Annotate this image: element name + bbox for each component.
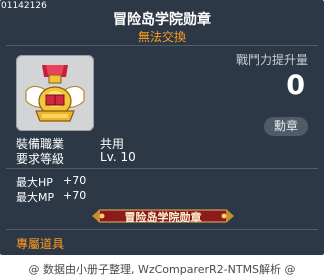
divider xyxy=(6,229,318,230)
medal-tag-label: 冒险岛学院勋章 xyxy=(124,211,202,224)
stat-value: +70 xyxy=(63,174,87,187)
combat-power-label: 戰鬥力提升量 xyxy=(235,53,308,67)
level-label: 要求等級 xyxy=(16,152,65,166)
divider xyxy=(6,168,318,169)
level-value: Lv. 10 xyxy=(100,150,136,164)
stat-value: +70 xyxy=(63,189,87,202)
tradability-label: 無法交換 xyxy=(137,30,186,44)
combat-power-value: 0 xyxy=(286,70,305,101)
divider xyxy=(6,45,318,46)
item-title: 冒险岛学院勋章 xyxy=(113,12,211,28)
item-icon-frame xyxy=(16,55,94,131)
stat-label: 最大MP xyxy=(16,191,55,204)
exclusive-item-label: 專屬道具 xyxy=(16,237,65,251)
item-tooltip: 01142126 冒险岛学院勋章 無法交換 戰鬥力提升量 0 勳章 裝備職業 共… xyxy=(0,0,324,255)
medal-icon xyxy=(25,65,85,122)
medal-name-tag: 冒险岛学院勋章 xyxy=(92,208,234,224)
category-badge: 勳章 xyxy=(264,117,308,136)
footer-credit: @ 数据由小册子整理, WzComparerR2-NTMS解析 @ xyxy=(28,263,296,276)
stat-label: 最大HP xyxy=(16,176,53,189)
